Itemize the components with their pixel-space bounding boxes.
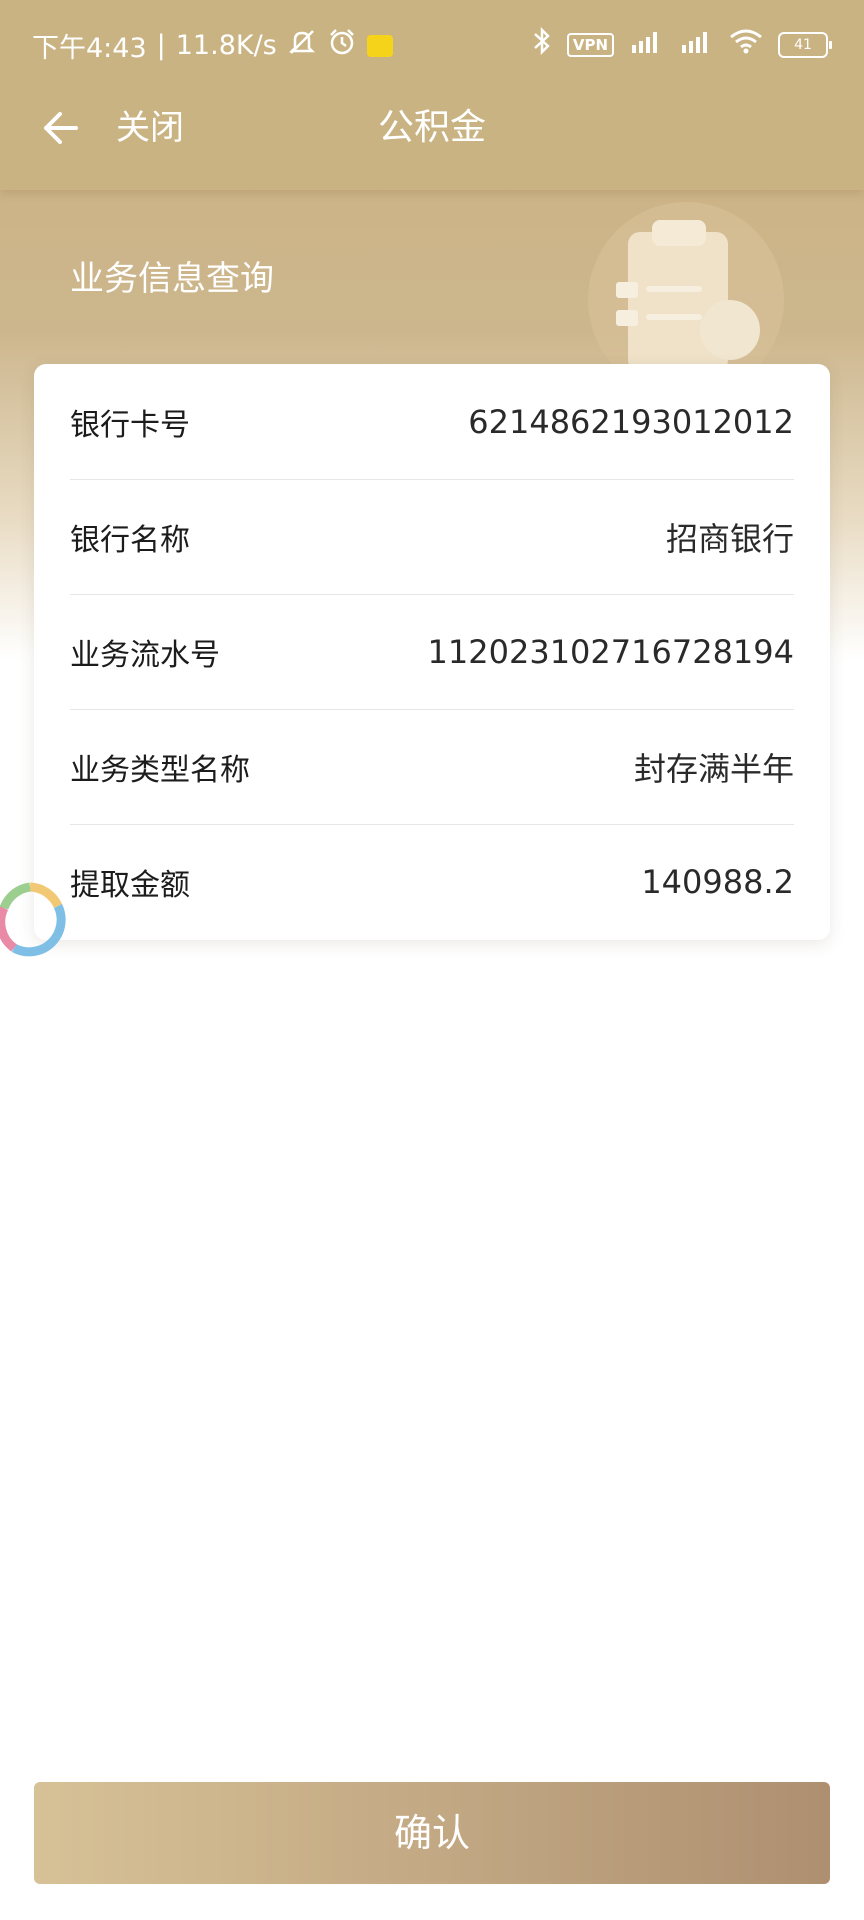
detail-value: 招商银行 bbox=[665, 519, 794, 558]
bluetooth-icon bbox=[531, 26, 553, 63]
floating-assistant-icon[interactable] bbox=[0, 878, 66, 960]
signal-icon-2 bbox=[678, 27, 714, 62]
section-title: 业务信息查询 bbox=[70, 259, 274, 299]
status-bar: 下午4:43 | 11.8K/s VPN 41 bbox=[0, 0, 864, 86]
detail-value: 封存满半年 bbox=[633, 749, 794, 788]
detail-row-business-type: 业务类型名称 封存满半年 bbox=[70, 709, 794, 825]
detail-label: 业务类型名称 bbox=[70, 752, 250, 788]
top-bar: 下午4:43 | 11.8K/s VPN 41 关闭 公积金 bbox=[0, 0, 864, 190]
detail-value: 140988.2 bbox=[641, 862, 794, 901]
mute-icon bbox=[287, 28, 317, 63]
detail-row-amount: 提取金额 140988.2 bbox=[70, 824, 794, 939]
detail-value: 112023102716728194 bbox=[427, 632, 794, 671]
status-divider: | bbox=[156, 30, 166, 61]
detail-label: 银行卡号 bbox=[70, 407, 190, 443]
detail-value: 6214862193012012 bbox=[468, 402, 794, 441]
detail-row-serial: 业务流水号 112023102716728194 bbox=[70, 594, 794, 710]
wifi-icon bbox=[728, 27, 764, 62]
vpn-icon: VPN bbox=[566, 32, 614, 57]
confirm-button[interactable]: 确认 bbox=[34, 1782, 830, 1884]
page-title: 公积金 bbox=[377, 107, 486, 148]
alarm-icon bbox=[327, 27, 357, 64]
detail-label: 提取金额 bbox=[70, 867, 190, 903]
signal-icon bbox=[628, 27, 664, 62]
status-time: 下午4:43 bbox=[32, 33, 147, 64]
status-bar-left: 下午4:43 | 11.8K/s bbox=[32, 26, 393, 65]
detail-row-bank-name: 银行名称 招商银行 bbox=[70, 479, 794, 595]
detail-row-bank-card: 银行卡号 6214862193012012 bbox=[70, 364, 794, 480]
network-speed: 11.8K/s bbox=[175, 30, 277, 61]
detail-label: 业务流水号 bbox=[70, 637, 220, 673]
detail-label: 银行名称 bbox=[70, 522, 190, 558]
battery-icon: 41 bbox=[778, 31, 832, 58]
app-notification-icon bbox=[366, 34, 393, 57]
status-bar-right: VPN 41 bbox=[531, 26, 832, 63]
detail-card: 银行卡号 6214862193012012 银行名称 招商银行 业务流水号 11… bbox=[34, 364, 830, 940]
